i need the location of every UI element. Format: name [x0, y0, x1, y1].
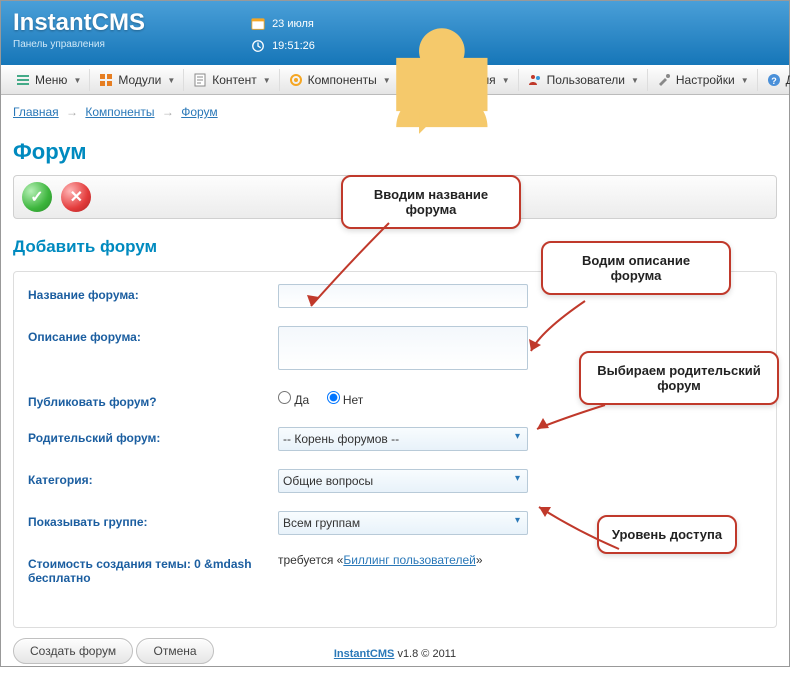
input-forum-title[interactable] — [278, 284, 528, 308]
brand-suffix: CMS — [92, 9, 145, 36]
callout-access: Уровень доступа — [597, 515, 737, 554]
label-forum-desc: Описание форума: — [28, 326, 278, 344]
toolbar-content[interactable]: Контент▼ — [184, 69, 279, 91]
svg-text:?: ? — [771, 76, 777, 86]
modules-icon — [98, 72, 114, 88]
header-datetime: 23 июля 19:51:26 — [251, 13, 315, 57]
components-icon — [288, 72, 304, 88]
radio-publish-yes[interactable]: Да — [278, 393, 309, 407]
label-category: Категория: — [28, 469, 278, 487]
toolbar-docs[interactable]: ? Доку — [758, 69, 790, 91]
radio-publish-no[interactable]: Нет — [327, 393, 364, 407]
crumb-home[interactable]: Главная — [13, 105, 59, 119]
content-icon — [192, 72, 208, 88]
date-text: 23 июля — [272, 18, 314, 30]
form: Название форума: Описание форума: Публик… — [13, 271, 777, 628]
footer-product-link[interactable]: InstantCMS — [334, 648, 395, 660]
billing-link[interactable]: Биллинг пользователей — [343, 553, 476, 567]
label-publish: Публиковать форум? — [28, 391, 278, 409]
clock-icon — [251, 39, 265, 53]
page-title: Форум — [13, 139, 777, 165]
confirm-button[interactable] — [22, 182, 52, 212]
cost-requires: требуется «Биллинг пользователей» — [278, 553, 762, 567]
header-user: Вы — Администратор Нет новых сообщений — [381, 13, 503, 57]
docs-icon: ? — [766, 72, 782, 88]
footer-version: v1.8 © 2011 — [397, 648, 456, 660]
settings-icon — [656, 72, 672, 88]
label-group: Показывать группе: — [28, 511, 278, 529]
label-cost: Стоимость создания темы: 0 &mdash беспла… — [28, 553, 278, 585]
calendar-icon — [251, 17, 265, 31]
cancel-top-button[interactable] — [61, 182, 91, 212]
toolbar-settings[interactable]: Настройки▼ — [648, 69, 758, 91]
select-group[interactable]: Всем группам — [278, 511, 528, 535]
toolbar-menu[interactable]: Меню▼ — [7, 69, 90, 91]
crumb-forum[interactable]: Форум — [181, 105, 217, 119]
footer: InstantCMS v1.8 © 2011 — [1, 648, 789, 660]
input-forum-desc[interactable] — [278, 326, 528, 370]
select-parent[interactable]: -- Корень форумов -- — [278, 427, 528, 451]
time-text: 19:51:26 — [272, 40, 315, 52]
header: InstantCMS Панель управления 23 июля 19:… — [1, 1, 789, 65]
label-parent: Родительский форум: — [28, 427, 278, 445]
label-forum-title: Название форума: — [28, 284, 278, 302]
brand-text: Instant — [13, 9, 92, 36]
toolbar-users[interactable]: Пользователи▼ — [519, 69, 648, 91]
logo: InstantCMS Панель управления — [13, 9, 145, 50]
toolbar-modules[interactable]: Модули▼ — [90, 69, 184, 91]
callout-title: Вводим название форума — [341, 175, 521, 229]
callout-desc: Водим описание форума — [541, 241, 731, 295]
users-icon — [527, 72, 543, 88]
brand-subtitle: Панель управления — [13, 39, 145, 50]
callout-parent: Выбираем родительский форум — [579, 351, 779, 405]
menu-icon — [15, 72, 31, 88]
select-category[interactable]: Общие вопросы — [278, 469, 528, 493]
crumb-components[interactable]: Компоненты — [85, 105, 154, 119]
